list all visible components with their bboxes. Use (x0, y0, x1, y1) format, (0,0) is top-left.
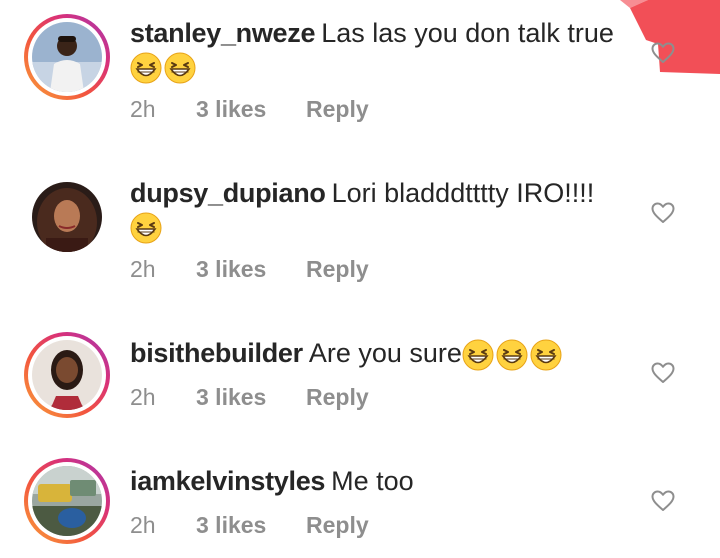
heart-outline-icon[interactable] (650, 488, 676, 514)
comments-screen: stanley_nweze Las las you don talk true 2… (0, 0, 720, 558)
avatar[interactable] (24, 458, 110, 544)
comment-username[interactable]: iamkelvinstyles (130, 466, 325, 496)
reply-button[interactable]: Reply (306, 512, 369, 539)
comment-text: Me too (331, 466, 414, 496)
comment-likes-count[interactable]: 3 likes (196, 512, 306, 539)
avatar-photo (32, 466, 102, 536)
comment-item: iamkelvinstyles Me too 2h 3 likes Reply (0, 0, 720, 558)
comment-timestamp: 2h (130, 512, 156, 538)
